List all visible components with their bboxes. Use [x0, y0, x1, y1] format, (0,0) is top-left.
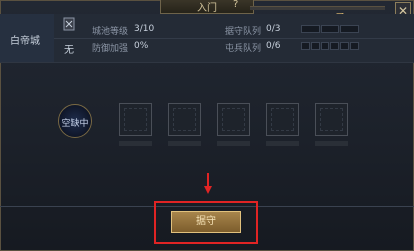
vacant-label: 空缺中	[61, 119, 89, 129]
troop-slot[interactable]	[168, 103, 201, 136]
troop-slot-bar	[315, 141, 348, 146]
city-level-value: 3/10	[134, 24, 155, 34]
faction-emblem-icon	[63, 17, 75, 31]
city-level-label: 城池等级	[92, 27, 129, 37]
troop-slot-bar	[168, 141, 201, 146]
garrison-queue-slots	[301, 25, 360, 33]
troop-slot[interactable]	[217, 103, 250, 136]
queue-slot	[350, 42, 359, 50]
troop-slot-bar	[217, 141, 250, 146]
defense-bonus-label: 防御加强	[92, 44, 129, 54]
info-divider	[54, 38, 414, 39]
station-queue-label: 屯兵队列	[225, 44, 262, 54]
queue-slot	[301, 25, 320, 33]
defense-bonus-value: 0%	[134, 41, 149, 51]
troop-slot[interactable]	[315, 103, 348, 136]
queue-slot	[340, 25, 360, 33]
station-queue-slots	[301, 42, 359, 50]
queue-slot	[330, 42, 340, 50]
defend-button[interactable]: 据守	[171, 211, 241, 233]
city-name: 白帝城	[10, 36, 40, 47]
help-icon[interactable]: ?	[233, 0, 238, 10]
station-queue-value: 0/6	[266, 41, 281, 51]
section-divider	[0, 62, 414, 63]
troop-slot-bar	[266, 141, 299, 146]
queue-slot	[340, 42, 350, 50]
garrison-queue-value: 0/3	[266, 24, 281, 34]
faction-label: 无	[64, 45, 74, 56]
queue-slot	[310, 42, 320, 50]
garrison-queue-label: 据守队列	[225, 27, 262, 37]
troop-slot[interactable]	[119, 103, 152, 136]
queue-slot	[320, 25, 340, 33]
window-title: 入门	[197, 3, 217, 14]
queue-slot	[301, 42, 310, 50]
title-decoration	[250, 6, 385, 10]
queue-slot	[320, 42, 330, 50]
troop-slot-bar	[119, 141, 152, 146]
arrow-down-icon	[204, 173, 212, 194]
troop-slot[interactable]	[266, 103, 299, 136]
